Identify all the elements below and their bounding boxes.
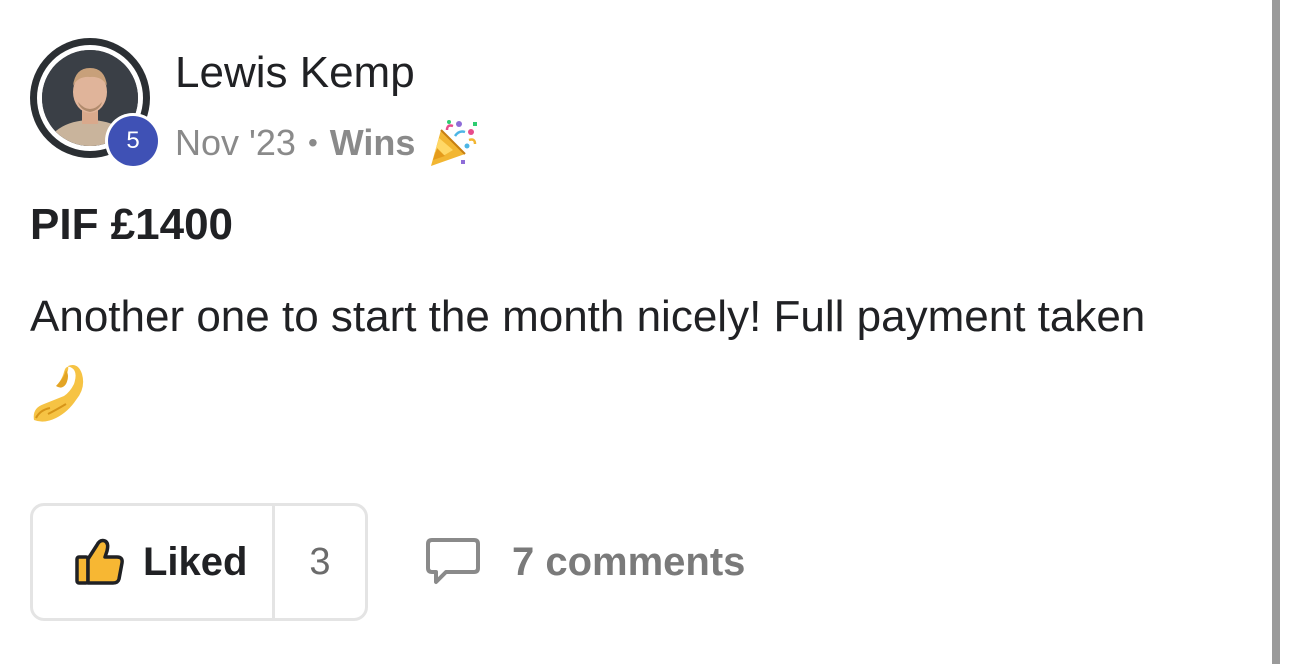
comments-count-label: 7 comments (512, 539, 746, 584)
comments-button[interactable]: 7 comments (424, 536, 745, 588)
post-category[interactable]: Wins (330, 122, 416, 164)
meta-separator: • (307, 127, 318, 158)
level-badge-number: 5 (108, 116, 158, 166)
level-badge: 5 (105, 113, 161, 169)
author-avatar-container[interactable]: 5 (30, 38, 161, 169)
party-popper-icon (425, 116, 479, 170)
like-button[interactable]: Liked (33, 506, 275, 618)
post-date[interactable]: Nov '23 (175, 122, 296, 164)
like-label: Liked (143, 539, 248, 584)
thumbs-up-icon (73, 535, 127, 589)
post-meta: Nov '23 • Wins (175, 116, 479, 170)
scrollbar[interactable] (1272, 0, 1280, 664)
post-card: 5 Lewis Kemp Nov '23 • Wins PIF £1400 An… (0, 0, 1270, 664)
like-control: Liked 3 (30, 503, 368, 621)
post-title: PIF £1400 (30, 200, 234, 249)
comment-bubble-icon (424, 536, 482, 588)
author-name[interactable]: Lewis Kemp (175, 48, 415, 98)
pinched-fingers-icon (30, 362, 90, 424)
like-count[interactable]: 3 (275, 506, 365, 618)
post-body-text: Another one to start the month nicely! F… (30, 292, 1146, 341)
